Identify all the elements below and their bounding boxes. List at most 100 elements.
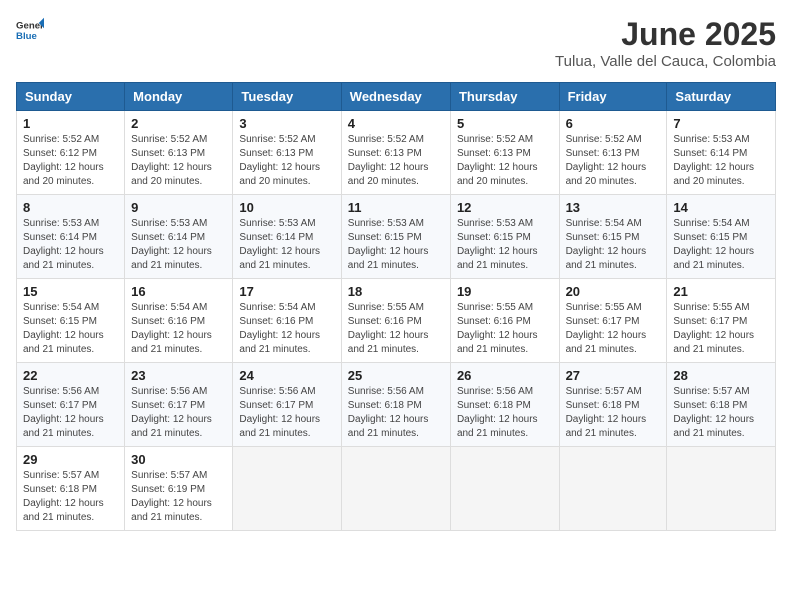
calendar-cell: 12 Sunrise: 5:53 AMSunset: 6:15 PMDayligh… xyxy=(450,195,559,279)
calendar-cell xyxy=(450,447,559,531)
calendar-cell: 1Sunrise: 5:52 AMSunset: 6:12 PMDaylight… xyxy=(17,111,125,195)
calendar-cell: 30Sunrise: 5:57 AMSunset: 6:19 PMDayligh… xyxy=(125,447,233,531)
column-header-friday: Friday xyxy=(559,83,667,111)
day-number: 3 xyxy=(239,116,334,131)
calendar-cell xyxy=(667,447,776,531)
calendar-cell: 27 Sunrise: 5:57 AMSunset: 6:18 PMDayligh… xyxy=(559,363,667,447)
day-number: 30 xyxy=(131,452,226,467)
day-number: 12 xyxy=(457,200,553,215)
day-info: Sunrise: 5:55 AMSunset: 6:16 PMDaylight:… xyxy=(348,301,444,357)
day-info: Sunrise: 5:53 AMSunset: 6:15 PMDaylight:… xyxy=(348,217,444,273)
column-header-tuesday: Tuesday xyxy=(233,83,341,111)
day-info: Sunrise: 5:52 AMSunset: 6:13 PMDaylight:… xyxy=(566,133,661,189)
day-number: 7 xyxy=(673,116,769,131)
calendar-cell: 10 Sunrise: 5:53 AMSunset: 6:14 PMDayligh… xyxy=(233,195,341,279)
day-info: Sunrise: 5:57 AMSunset: 6:18 PMDaylight:… xyxy=(673,385,769,441)
logo: General Blue xyxy=(16,16,44,44)
day-number: 6 xyxy=(566,116,661,131)
day-number: 22 xyxy=(23,368,118,383)
day-info: Sunrise: 5:54 AMSunset: 6:15 PMDaylight:… xyxy=(566,217,661,273)
day-number: 21 xyxy=(673,284,769,299)
calendar-week-row: 22 Sunrise: 5:56 AMSunset: 6:17 PMDayligh… xyxy=(17,363,776,447)
day-number: 2 xyxy=(131,116,226,131)
day-info: Sunrise: 5:53 AMSunset: 6:15 PMDaylight:… xyxy=(457,217,553,273)
calendar-cell: 16Sunrise: 5:54 AMSunset: 6:16 PMDayligh… xyxy=(125,279,233,363)
day-number: 8 xyxy=(23,200,118,215)
calendar-cell: 22 Sunrise: 5:56 AMSunset: 6:17 PMDayligh… xyxy=(17,363,125,447)
day-info: Sunrise: 5:55 AMSunset: 6:16 PMDaylight:… xyxy=(457,301,553,357)
day-info: Sunrise: 5:56 AMSunset: 6:18 PMDaylight:… xyxy=(348,385,444,441)
column-header-thursday: Thursday xyxy=(450,83,559,111)
calendar-week-row: 15 Sunrise: 5:54 AMSunset: 6:15 PMDayligh… xyxy=(17,279,776,363)
generalblue-logo-icon: General Blue xyxy=(16,16,44,44)
day-info: Sunrise: 5:52 AMSunset: 6:13 PMDaylight:… xyxy=(239,133,334,189)
calendar-cell: 5Sunrise: 5:52 AMSunset: 6:13 PMDaylight… xyxy=(450,111,559,195)
column-header-monday: Monday xyxy=(125,83,233,111)
day-info: Sunrise: 5:52 AMSunset: 6:13 PMDaylight:… xyxy=(348,133,444,189)
day-info: Sunrise: 5:52 AMSunset: 6:13 PMDaylight:… xyxy=(131,133,226,189)
calendar-cell: 9Sunrise: 5:53 AMSunset: 6:14 PMDaylight… xyxy=(125,195,233,279)
day-number: 29 xyxy=(23,452,118,467)
day-number: 24 xyxy=(239,368,334,383)
day-number: 20 xyxy=(566,284,661,299)
day-info: Sunrise: 5:55 AMSunset: 6:17 PMDaylight:… xyxy=(673,301,769,357)
day-info: Sunrise: 5:57 AMSunset: 6:18 PMDaylight:… xyxy=(566,385,661,441)
day-number: 15 xyxy=(23,284,118,299)
calendar-cell: 29 Sunrise: 5:57 AMSunset: 6:18 PMDayligh… xyxy=(17,447,125,531)
calendar-cell: 15 Sunrise: 5:54 AMSunset: 6:15 PMDayligh… xyxy=(17,279,125,363)
day-info: Sunrise: 5:53 AMSunset: 6:14 PMDaylight:… xyxy=(23,217,118,273)
day-info: Sunrise: 5:56 AMSunset: 6:18 PMDaylight:… xyxy=(457,385,553,441)
calendar-week-row: 1Sunrise: 5:52 AMSunset: 6:12 PMDaylight… xyxy=(17,111,776,195)
day-info: Sunrise: 5:55 AMSunset: 6:17 PMDaylight:… xyxy=(566,301,661,357)
calendar-cell: 6 Sunrise: 5:52 AMSunset: 6:13 PMDaylight… xyxy=(559,111,667,195)
day-number: 27 xyxy=(566,368,661,383)
calendar-cell: 28 Sunrise: 5:57 AMSunset: 6:18 PMDayligh… xyxy=(667,363,776,447)
svg-text:Blue: Blue xyxy=(16,31,37,42)
day-info: Sunrise: 5:54 AMSunset: 6:15 PMDaylight:… xyxy=(23,301,118,357)
calendar-cell xyxy=(341,447,450,531)
day-number: 10 xyxy=(239,200,334,215)
calendar-cell: 20 Sunrise: 5:55 AMSunset: 6:17 PMDayligh… xyxy=(559,279,667,363)
calendar-cell: 14 Sunrise: 5:54 AMSunset: 6:15 PMDayligh… xyxy=(667,195,776,279)
day-number: 5 xyxy=(457,116,553,131)
day-number: 18 xyxy=(348,284,444,299)
day-info: Sunrise: 5:54 AMSunset: 6:15 PMDaylight:… xyxy=(673,217,769,273)
calendar-cell: 3 Sunrise: 5:52 AMSunset: 6:13 PMDaylight… xyxy=(233,111,341,195)
calendar-cell: 13 Sunrise: 5:54 AMSunset: 6:15 PMDayligh… xyxy=(559,195,667,279)
calendar-week-row: 29 Sunrise: 5:57 AMSunset: 6:18 PMDayligh… xyxy=(17,447,776,531)
day-number: 23 xyxy=(131,368,226,383)
day-number: 26 xyxy=(457,368,553,383)
calendar-table: SundayMondayTuesdayWednesdayThursdayFrid… xyxy=(16,82,776,531)
calendar-cell: 24 Sunrise: 5:56 AMSunset: 6:17 PMDayligh… xyxy=(233,363,341,447)
day-number: 1 xyxy=(23,116,118,131)
day-info: Sunrise: 5:56 AMSunset: 6:17 PMDaylight:… xyxy=(131,385,226,441)
day-info: Sunrise: 5:56 AMSunset: 6:17 PMDaylight:… xyxy=(239,385,334,441)
header: General Blue June 2025 Tulua, Valle del … xyxy=(16,16,776,70)
day-number: 9 xyxy=(131,200,226,215)
calendar-week-row: 8 Sunrise: 5:53 AMSunset: 6:14 PMDaylight… xyxy=(17,195,776,279)
calendar-cell: 18 Sunrise: 5:55 AMSunset: 6:16 PMDayligh… xyxy=(341,279,450,363)
calendar-cell: 23 Sunrise: 5:56 AMSunset: 6:17 PMDayligh… xyxy=(125,363,233,447)
day-number: 17 xyxy=(239,284,334,299)
day-number: 28 xyxy=(673,368,769,383)
day-number: 16 xyxy=(131,284,226,299)
day-info: Sunrise: 5:53 AMSunset: 6:14 PMDaylight:… xyxy=(239,217,334,273)
calendar-header-row: SundayMondayTuesdayWednesdayThursdayFrid… xyxy=(17,83,776,111)
title-area: June 2025 Tulua, Valle del Cauca, Colomb… xyxy=(555,16,776,70)
calendar-cell xyxy=(233,447,341,531)
day-number: 13 xyxy=(566,200,661,215)
calendar-cell: 8 Sunrise: 5:53 AMSunset: 6:14 PMDaylight… xyxy=(17,195,125,279)
svg-text:General: General xyxy=(16,20,44,31)
day-info: Sunrise: 5:54 AMSunset: 6:16 PMDaylight:… xyxy=(239,301,334,357)
day-number: 14 xyxy=(673,200,769,215)
column-header-sunday: Sunday xyxy=(17,83,125,111)
column-header-saturday: Saturday xyxy=(667,83,776,111)
column-header-wednesday: Wednesday xyxy=(341,83,450,111)
day-info: Sunrise: 5:57 AMSunset: 6:18 PMDaylight:… xyxy=(23,469,118,525)
calendar-cell: 2 Sunrise: 5:52 AMSunset: 6:13 PMDaylight… xyxy=(125,111,233,195)
day-number: 4 xyxy=(348,116,444,131)
calendar-cell: 25Sunrise: 5:56 AMSunset: 6:18 PMDayligh… xyxy=(341,363,450,447)
calendar-cell: 4 Sunrise: 5:52 AMSunset: 6:13 PMDaylight… xyxy=(341,111,450,195)
calendar-cell: 7Sunrise: 5:53 AMSunset: 6:14 PMDaylight… xyxy=(667,111,776,195)
day-info: Sunrise: 5:56 AMSunset: 6:17 PMDaylight:… xyxy=(23,385,118,441)
